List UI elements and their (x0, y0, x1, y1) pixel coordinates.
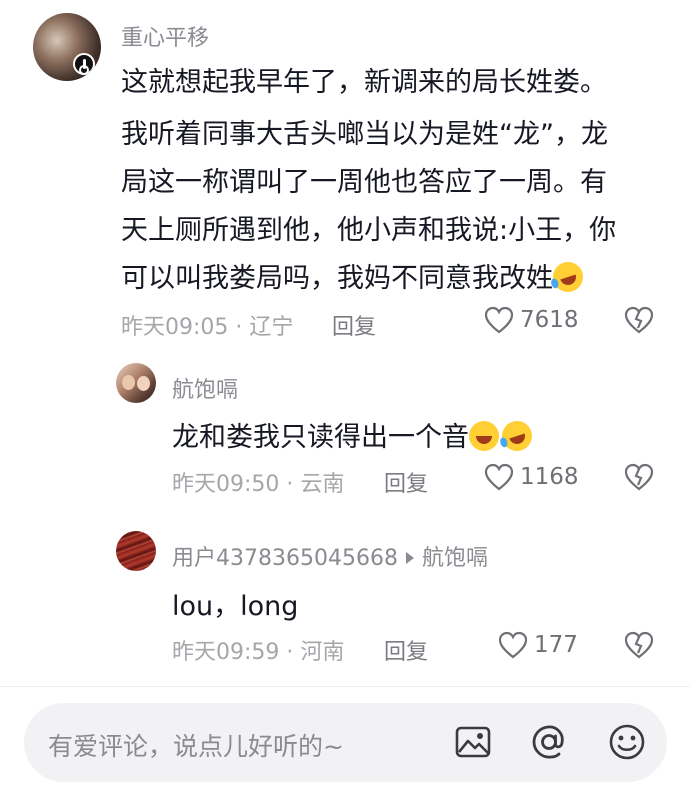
broken-heart-icon (624, 463, 654, 491)
reply-username[interactable]: 航饱嗝 (172, 372, 238, 404)
avatar[interactable] (116, 531, 156, 571)
reply-time-location: 昨天09:50 · 云南 (172, 472, 345, 497)
comment-line: 天上厕所遇到他，他小声和我说:小王，你 (121, 215, 617, 246)
sweat-smile-emoji-icon (469, 421, 499, 451)
reply-header: 用户4378365045668 航饱嗝 (172, 540, 488, 572)
heart-icon (498, 631, 528, 659)
avatar[interactable] (33, 13, 101, 81)
broken-heart-icon (624, 631, 654, 659)
rolling-laughing-emoji-icon (498, 417, 536, 455)
reply-text: 龙和娄我只读得出一个音 (172, 422, 469, 453)
reply-text: lou，long (172, 591, 299, 622)
divider (0, 686, 690, 687)
reply-button[interactable]: 回复 (332, 309, 376, 341)
comment-line-last: 可以叫我娄局吗，我妈不同意我改姓 (121, 256, 587, 296)
like-button[interactable]: 177 (498, 631, 578, 659)
comment-time-location: 昨天09:05 · 辽宁 (121, 315, 294, 340)
comment-input-bar[interactable]: 有爱评论，说点儿好听的~ (24, 703, 667, 782)
reply-to-username[interactable]: 航饱嗝 (422, 546, 488, 571)
avatar[interactable] (116, 363, 156, 403)
like-count: 7618 (520, 307, 579, 333)
dislike-button[interactable] (624, 631, 654, 659)
comment-line: 这就想起我早年了，新调来的局长姓娄。 (121, 67, 607, 98)
dislike-button[interactable] (624, 463, 654, 491)
comment-username[interactable]: 重心平移 (121, 20, 209, 52)
reply-button[interactable]: 回复 (384, 634, 428, 666)
reply-arrow-icon (405, 552, 414, 564)
reply-time-location: 昨天09:59 · 河南 (172, 640, 345, 665)
mention-icon[interactable] (529, 722, 569, 762)
like-count: 177 (534, 632, 578, 658)
heart-icon (484, 306, 514, 334)
tiktok-badge-icon (73, 53, 95, 75)
reply-button[interactable]: 回复 (384, 466, 428, 498)
comment-input-placeholder[interactable]: 有爱评论，说点儿好听的~ (48, 727, 344, 763)
like-button[interactable]: 1168 (484, 463, 579, 491)
rolling-laughing-emoji-icon (549, 258, 587, 296)
emoji-icon[interactable] (607, 722, 647, 762)
comment-line: 我听着同事大舌头啷当以为是姓“龙”，龙 (121, 119, 608, 150)
reply-username[interactable]: 用户4378365045668 (172, 546, 398, 571)
dislike-button[interactable] (624, 306, 654, 334)
like-button[interactable]: 7618 (484, 306, 579, 334)
comment-line: 局这一称谓叫了一周他也答应了一周。有 (121, 167, 607, 198)
like-count: 1168 (520, 464, 579, 490)
heart-icon (484, 463, 514, 491)
image-icon[interactable] (453, 722, 493, 762)
comment-line-text: 可以叫我娄局吗，我妈不同意我改姓 (121, 263, 553, 294)
reply-content: 龙和娄我只读得出一个音 (172, 415, 536, 455)
broken-heart-icon (624, 306, 654, 334)
